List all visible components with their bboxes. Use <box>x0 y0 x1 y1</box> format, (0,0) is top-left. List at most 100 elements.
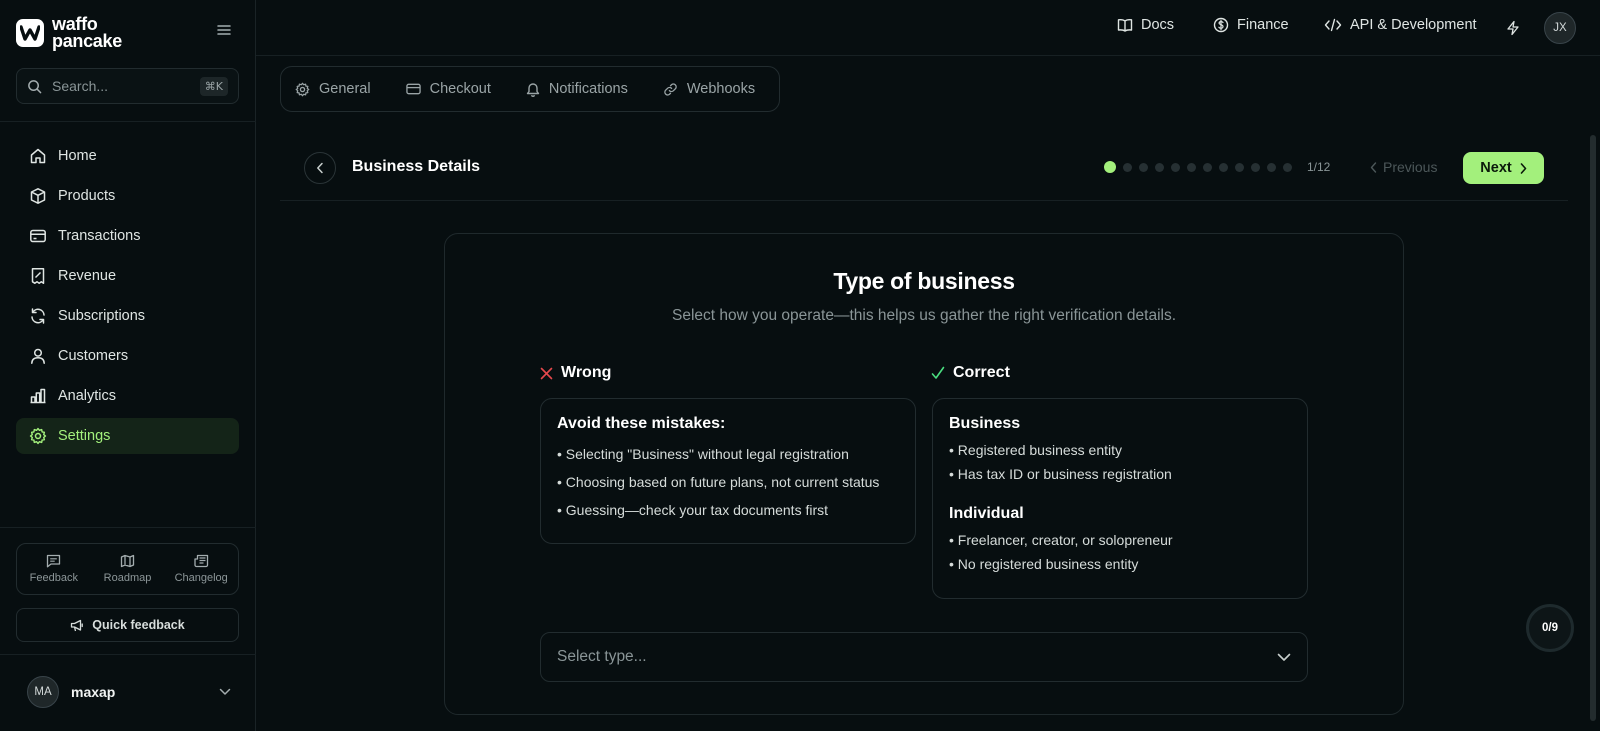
sidebar-item-label: Products <box>58 188 116 204</box>
tab-notifications[interactable]: Notifications <box>526 81 628 97</box>
sidebar-item-transactions[interactable]: Transactions <box>16 218 239 254</box>
user-menu[interactable]: MA maxap <box>27 675 231 709</box>
step-dot <box>1171 162 1180 172</box>
bell-icon <box>526 82 540 97</box>
quick-feedback-button[interactable]: Quick feedback <box>16 608 239 642</box>
home-icon <box>28 146 48 166</box>
link-icon <box>664 82 677 96</box>
finance-link[interactable]: Finance <box>1213 17 1289 33</box>
next-button[interactable]: Next <box>1463 152 1544 184</box>
credit-card-icon <box>28 226 48 246</box>
search-shortcut: ⌘K <box>199 76 228 96</box>
previous-label: Previous <box>1383 159 1438 175</box>
code-icon <box>1324 18 1342 32</box>
feedback-label: Feedback <box>29 572 78 584</box>
sidebar-item-products[interactable]: Products <box>16 178 239 214</box>
megaphone-icon <box>71 619 84 631</box>
sidebar-item-subscriptions[interactable]: Subscriptions <box>16 298 239 334</box>
roadmap-label: Roadmap <box>103 572 152 584</box>
sidebar-item-customers[interactable]: Customers <box>16 338 239 374</box>
tab-webhooks[interactable]: Webhooks <box>663 81 755 97</box>
business-heading: Business <box>949 415 1021 432</box>
book-icon <box>1117 18 1133 32</box>
card-subtitle: Select how you operate—this helps us gat… <box>671 307 1177 324</box>
list-item: • No registered business entity <box>949 556 1139 572</box>
search-placeholder: Search... <box>52 78 109 94</box>
newspaper-icon <box>194 554 208 568</box>
tab-label: Webhooks <box>686 81 756 97</box>
divider <box>280 200 1568 201</box>
chevron-down-icon <box>219 688 231 695</box>
list-item: • Guessing—check your tax documents firs… <box>557 502 829 518</box>
previous-button[interactable]: Previous <box>1370 159 1437 175</box>
quick-feedback-label: Quick feedback <box>92 618 185 632</box>
sidebar-item-home[interactable]: Home <box>16 138 239 174</box>
step-progress-dots <box>1104 161 1299 173</box>
menu-toggle-icon[interactable] <box>217 24 231 36</box>
bar-chart-icon <box>28 386 48 406</box>
wrong-label-text: Wrong <box>561 364 612 381</box>
card-title: Type of business <box>833 268 1015 294</box>
step-dot <box>1235 162 1244 172</box>
x-icon <box>540 367 553 380</box>
search-input[interactable]: Search... ⌘K <box>16 68 239 104</box>
step-counter: 1/12 <box>1307 160 1331 174</box>
tab-label: General <box>319 81 371 97</box>
receipt-icon <box>28 266 48 286</box>
gear-icon <box>28 426 48 446</box>
roadmap-button[interactable]: Roadmap <box>91 544 165 594</box>
tab-label: Notifications <box>548 81 628 97</box>
sidebar-tools: Feedback Roadmap Changelog <box>16 543 239 595</box>
sidebar-item-label: Settings <box>58 428 111 444</box>
message-icon <box>47 554 61 568</box>
step-dot <box>1155 162 1164 172</box>
wrong-examples-box: Avoid these mistakes: • Selecting "Busin… <box>540 398 916 544</box>
chevron-left-icon <box>1370 161 1377 173</box>
step-dot <box>1139 162 1148 172</box>
lightning-icon <box>1507 20 1519 36</box>
account-avatar[interactable]: JX <box>1544 12 1576 44</box>
changelog-label: Changelog <box>174 572 228 584</box>
tab-label: Checkout <box>429 81 491 97</box>
finance-label: Finance <box>1237 17 1289 33</box>
list-item: • Freelancer, creator, or solopreneur <box>949 532 1173 548</box>
sidebar-item-label: Customers <box>58 348 129 364</box>
dollar-circle-icon <box>1213 17 1229 33</box>
progress-badge[interactable]: 0/9 <box>1526 604 1574 652</box>
sidebar-item-revenue[interactable]: Revenue <box>16 258 239 294</box>
step-dot <box>1283 162 1292 172</box>
correct-examples-box: Business • Registered business entity • … <box>932 398 1308 599</box>
business-type-select[interactable]: Select type... <box>540 632 1308 682</box>
tab-checkout[interactable]: Checkout <box>405 81 491 97</box>
search-icon <box>28 79 42 93</box>
activity-button[interactable] <box>1506 20 1528 36</box>
sidebar-item-analytics[interactable]: Analytics <box>16 378 239 414</box>
select-placeholder: Select type... <box>557 648 647 665</box>
step-dot <box>1267 162 1276 172</box>
step-dot <box>1187 162 1196 172</box>
docs-label: Docs <box>1141 17 1175 33</box>
tab-general[interactable]: General <box>295 81 371 97</box>
next-label: Next <box>1480 160 1512 176</box>
chevron-right-icon <box>1520 162 1527 174</box>
chevron-down-icon <box>1277 653 1291 661</box>
user-icon <box>28 346 48 366</box>
sidebar-item-label: Analytics <box>58 388 117 404</box>
check-icon <box>931 366 945 380</box>
sidebar-nav: Home Products Transactions Revenue Subsc… <box>16 138 239 458</box>
brand[interactable]: waffo pancake <box>16 15 122 51</box>
sidebar: waffo pancake Search... ⌘K Home Products… <box>0 0 256 731</box>
brand-line-2: pancake <box>52 31 122 51</box>
sidebar-item-settings[interactable]: Settings <box>16 418 239 454</box>
feedback-button[interactable]: Feedback <box>17 544 91 594</box>
refresh-icon <box>28 306 48 326</box>
changelog-button[interactable]: Changelog <box>164 544 238 594</box>
docs-link[interactable]: Docs <box>1117 17 1174 33</box>
box-icon <box>28 186 48 206</box>
api-development-link[interactable]: API & Development <box>1324 17 1477 33</box>
wrong-heading: Avoid these mistakes: <box>557 415 726 432</box>
step-dot <box>1203 162 1212 172</box>
back-button[interactable] <box>304 152 336 184</box>
sidebar-item-label: Home <box>58 148 97 164</box>
scrollbar[interactable] <box>1590 135 1596 721</box>
